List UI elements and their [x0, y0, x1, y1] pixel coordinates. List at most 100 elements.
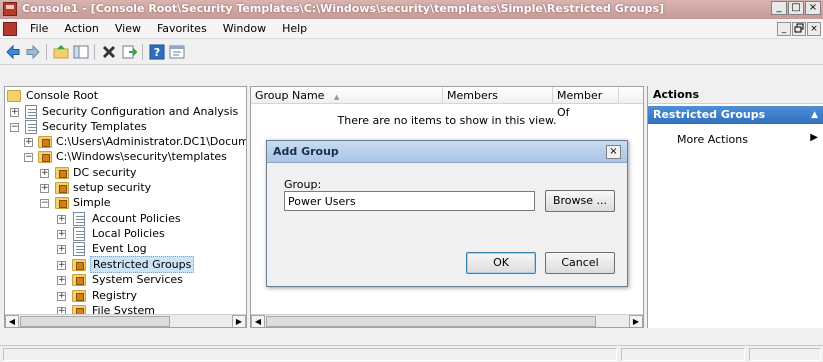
collapse-icon[interactable]: − — [24, 153, 33, 162]
menu-favorites[interactable]: Favorites — [149, 22, 215, 35]
group-label: Group: — [284, 178, 322, 191]
more-actions-link[interactable]: More Actions — [677, 133, 748, 146]
menu-view[interactable]: View — [107, 22, 149, 35]
status-panel-tertiary — [749, 348, 821, 361]
menu-action[interactable]: Action — [56, 22, 106, 35]
up-folder-icon[interactable] — [52, 43, 70, 61]
dialog-close-button[interactable]: × — [606, 145, 621, 159]
column-header-row: Group Name ▲ Members Member Of — [251, 87, 643, 119]
tree-item-event-log[interactable]: + Event Log — [5, 241, 245, 257]
close-button[interactable]: × — [805, 1, 821, 15]
registry-icon — [72, 290, 86, 302]
delete-icon[interactable] — [100, 43, 118, 61]
security-templates-icon — [25, 120, 37, 134]
maximize-button[interactable]: □ — [788, 1, 804, 15]
expand-icon[interactable]: + — [40, 169, 49, 178]
minimize-button[interactable]: _ — [771, 1, 787, 15]
column-header-group-name[interactable]: Group Name ▲ — [251, 87, 443, 104]
mmc-app-icon[interactable] — [3, 2, 17, 16]
empty-list-message: There are no items to show in this view. — [337, 114, 557, 127]
child-minimize-button[interactable]: _ — [777, 22, 791, 36]
browse-button[interactable]: Browse ... — [545, 190, 615, 212]
menu-window[interactable]: Window — [215, 22, 274, 35]
template-folder-icon — [38, 151, 52, 163]
template-icon — [55, 167, 69, 179]
dialog-title: Add Group — [273, 145, 339, 158]
tree-item-dc-security[interactable]: + DC security — [5, 165, 245, 181]
tree-item-windows-templates-path[interactable]: − C:\Windows\security\templates — [5, 149, 246, 165]
menu-help[interactable]: Help — [274, 22, 315, 35]
status-panel-secondary — [621, 348, 745, 361]
console-tree[interactable]: Console Root + Security Configuration an… — [4, 86, 247, 328]
system-services-icon — [72, 274, 86, 286]
tree-item-restricted-groups[interactable]: + Restricted Groups — [5, 256, 245, 273]
scroll-left-arrow-icon[interactable]: ◀ — [5, 315, 19, 327]
restricted-groups-icon — [72, 259, 86, 271]
cancel-button[interactable]: Cancel — [545, 252, 615, 274]
forward-icon[interactable] — [24, 43, 42, 61]
dialog-title-bar[interactable]: Add Group × — [267, 141, 627, 163]
scroll-thumb[interactable] — [266, 316, 596, 327]
security-config-icon — [25, 105, 37, 119]
svg-text:?: ? — [154, 46, 160, 59]
expand-icon[interactable]: + — [57, 276, 66, 285]
menu-file[interactable]: File — [22, 22, 56, 35]
tree-item-security-configuration[interactable]: + Security Configuration and Analysis — [5, 104, 245, 120]
template-folder-icon — [38, 136, 52, 148]
template-icon — [55, 182, 69, 194]
tree-item-registry[interactable]: + Registry — [5, 288, 245, 304]
tree-item-security-templates[interactable]: − Security Templates — [5, 119, 245, 135]
export-list-icon[interactable] — [120, 43, 138, 61]
expand-icon[interactable]: + — [57, 215, 66, 224]
expand-icon[interactable]: + — [10, 108, 19, 117]
tree-item-simple[interactable]: − Simple — [5, 195, 245, 211]
scroll-right-arrow-icon[interactable]: ▶ — [629, 315, 643, 327]
result-horizontal-scrollbar[interactable]: ◀ ▶ — [251, 314, 643, 327]
actions-section-restricted-groups[interactable]: Restricted Groups ▲ — [648, 106, 823, 124]
scroll-left-arrow-icon[interactable]: ◀ — [251, 315, 265, 327]
expand-icon[interactable]: + — [57, 261, 66, 270]
child-restore-button[interactable] — [792, 22, 806, 36]
column-header-member-of[interactable]: Member Of — [553, 87, 619, 119]
tree-item-user-templates-path[interactable]: + C:\Users\Administrator.DC1\Documents\S… — [5, 134, 246, 150]
window-title: Console1 - [Console Root\Security Templa… — [22, 2, 665, 15]
actions-pane: Actions Restricted Groups ▲ More Actions… — [647, 86, 823, 328]
collapse-icon[interactable]: − — [10, 123, 19, 132]
template-icon — [55, 197, 69, 209]
policy-icon — [73, 227, 85, 241]
submenu-arrow-icon[interactable]: ▶ — [810, 132, 818, 143]
collapse-section-icon[interactable]: ▲ — [811, 106, 818, 124]
collapse-icon[interactable]: − — [40, 199, 49, 208]
tree-item-console-root[interactable]: Console Root — [7, 88, 246, 104]
ok-button[interactable]: OK — [466, 252, 536, 274]
policy-icon — [73, 212, 85, 226]
scroll-right-arrow-icon[interactable]: ▶ — [232, 315, 246, 327]
column-header-members[interactable]: Members — [443, 87, 553, 104]
document-menu-icon[interactable] — [3, 22, 17, 36]
back-icon[interactable] — [4, 43, 22, 61]
title-bar[interactable]: Console1 - [Console Root\Security Templa… — [0, 0, 823, 19]
tree-item-system-services[interactable]: + System Services — [5, 272, 245, 288]
sort-ascending-icon: ▲ — [333, 93, 340, 101]
tree-item-setup-security[interactable]: + setup security — [5, 180, 245, 196]
actions-title: Actions — [648, 86, 823, 104]
add-group-dialog[interactable]: Add Group × Group: Browse ... OK Cancel — [266, 140, 628, 287]
tree-item-account-policies[interactable]: + Account Policies — [5, 211, 245, 227]
child-close-button[interactable]: × — [807, 22, 821, 36]
expand-icon[interactable]: + — [57, 245, 66, 254]
expand-icon[interactable]: + — [40, 184, 49, 193]
toolbar: ? — [0, 39, 823, 65]
status-panel-main — [3, 348, 617, 361]
expand-icon[interactable]: + — [57, 292, 66, 301]
show-hide-tree-icon[interactable] — [72, 43, 90, 61]
tree-item-local-policies[interactable]: + Local Policies — [5, 226, 245, 242]
group-name-input[interactable] — [284, 191, 535, 211]
tree-horizontal-scrollbar[interactable]: ◀ ▶ — [5, 314, 246, 327]
scroll-thumb[interactable] — [20, 316, 170, 327]
properties-icon[interactable] — [168, 43, 186, 61]
expand-icon[interactable]: + — [24, 138, 33, 147]
status-bar — [0, 345, 823, 362]
expand-icon[interactable]: + — [57, 230, 66, 239]
help-icon[interactable]: ? — [148, 43, 166, 61]
selected-node-label: Restricted Groups — [90, 256, 195, 273]
